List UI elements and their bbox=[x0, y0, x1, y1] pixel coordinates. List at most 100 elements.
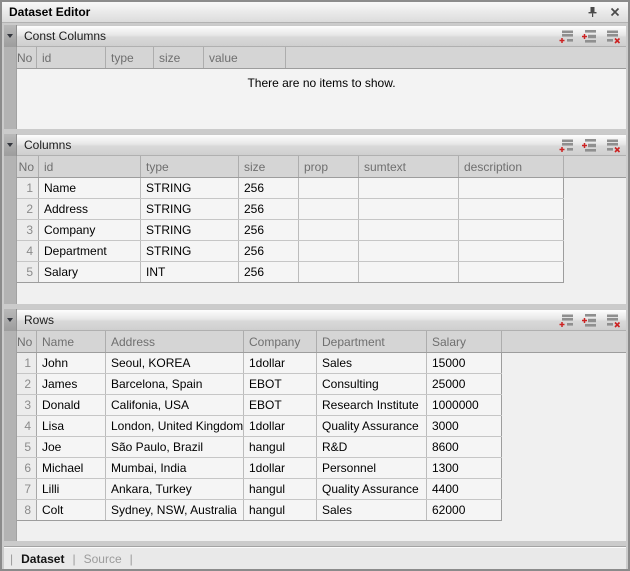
cell-salary[interactable]: 62000 bbox=[427, 500, 502, 520]
column-header-prop[interactable]: prop bbox=[299, 156, 359, 177]
cell-name[interactable]: Joe bbox=[37, 437, 106, 457]
cell-department[interactable]: Personnel bbox=[317, 458, 427, 478]
column-header-no[interactable]: No bbox=[17, 47, 37, 68]
cell-department[interactable]: Sales bbox=[317, 500, 427, 520]
column-header-company[interactable]: Company bbox=[244, 331, 317, 352]
cell-salary[interactable]: 3000 bbox=[427, 416, 502, 436]
cell-name[interactable]: Michael bbox=[37, 458, 106, 478]
cell-address[interactable]: Califonia, USA bbox=[106, 395, 244, 415]
column-header-name[interactable]: Name bbox=[37, 331, 106, 352]
cell-type[interactable]: STRING bbox=[141, 241, 239, 261]
cell-company[interactable]: hangul bbox=[244, 479, 317, 499]
cell-department[interactable]: Quality Assurance bbox=[317, 479, 427, 499]
cell-address[interactable]: Sydney, NSW, Australia bbox=[106, 500, 244, 520]
cell-address[interactable]: São Paulo, Brazil bbox=[106, 437, 244, 457]
table-row[interactable]: 7LilliAnkara, TurkeyhangulQuality Assura… bbox=[17, 479, 502, 500]
cell-address[interactable]: Mumbai, India bbox=[106, 458, 244, 478]
cell-id[interactable]: Company bbox=[39, 220, 141, 240]
column-header-size[interactable]: size bbox=[154, 47, 204, 68]
cell-salary[interactable]: 1000000 bbox=[427, 395, 502, 415]
add-row-icon[interactable] bbox=[558, 138, 575, 153]
delete-row-icon[interactable] bbox=[604, 313, 621, 328]
delete-row-icon[interactable] bbox=[604, 138, 621, 153]
column-header-department[interactable]: Department bbox=[317, 331, 427, 352]
cell-description[interactable] bbox=[459, 241, 564, 261]
table-row[interactable]: 6MichaelMumbai, India1dollarPersonnel130… bbox=[17, 458, 502, 479]
tab-source[interactable]: Source bbox=[84, 552, 122, 566]
insert-row-icon[interactable] bbox=[581, 29, 598, 44]
cell-company[interactable]: 1dollar bbox=[244, 458, 317, 478]
cell-company[interactable]: 1dollar bbox=[244, 353, 317, 373]
cell-size[interactable]: 256 bbox=[239, 262, 299, 282]
cell-type[interactable]: INT bbox=[141, 262, 239, 282]
column-header-salary[interactable]: Salary bbox=[427, 331, 502, 352]
cell-prop[interactable] bbox=[299, 262, 359, 282]
cell-salary[interactable]: 1300 bbox=[427, 458, 502, 478]
cell-name[interactable]: John bbox=[37, 353, 106, 373]
column-header-id[interactable]: id bbox=[37, 47, 106, 68]
table-row[interactable]: 5JoeSão Paulo, BrazilhangulR&D8600 bbox=[17, 437, 502, 458]
cell-company[interactable]: hangul bbox=[244, 500, 317, 520]
cell-id[interactable]: Name bbox=[39, 178, 141, 198]
cell-salary[interactable]: 15000 bbox=[427, 353, 502, 373]
cell-company[interactable]: hangul bbox=[244, 437, 317, 457]
cell-prop[interactable] bbox=[299, 241, 359, 261]
cell-company[interactable]: EBOT bbox=[244, 374, 317, 394]
cell-salary[interactable]: 25000 bbox=[427, 374, 502, 394]
cell-type[interactable]: STRING bbox=[141, 220, 239, 240]
cell-company[interactable]: EBOT bbox=[244, 395, 317, 415]
insert-row-icon[interactable] bbox=[581, 313, 598, 328]
table-row[interactable]: 5SalaryINT256 bbox=[17, 262, 564, 283]
pin-icon[interactable] bbox=[586, 6, 599, 19]
cell-size[interactable]: 256 bbox=[239, 241, 299, 261]
insert-row-icon[interactable] bbox=[581, 138, 598, 153]
collapse-toggle[interactable] bbox=[4, 309, 17, 331]
cell-id[interactable]: Department bbox=[39, 241, 141, 261]
cell-department[interactable]: Quality Assurance bbox=[317, 416, 427, 436]
column-header-size[interactable]: size bbox=[239, 156, 299, 177]
cell-address[interactable]: London, United Kingdom bbox=[106, 416, 244, 436]
cell-prop[interactable] bbox=[299, 220, 359, 240]
cell-description[interactable] bbox=[459, 178, 564, 198]
cell-prop[interactable] bbox=[299, 178, 359, 198]
cell-sumtext[interactable] bbox=[359, 178, 459, 198]
table-row[interactable]: 8ColtSydney, NSW, AustraliahangulSales62… bbox=[17, 500, 502, 521]
add-row-icon[interactable] bbox=[558, 29, 575, 44]
cell-id[interactable]: Address bbox=[39, 199, 141, 219]
cell-salary[interactable]: 4400 bbox=[427, 479, 502, 499]
cell-name[interactable]: James bbox=[37, 374, 106, 394]
cell-salary[interactable]: 8600 bbox=[427, 437, 502, 457]
column-header-address[interactable]: Address bbox=[106, 331, 244, 352]
tab-dataset[interactable]: Dataset bbox=[21, 552, 64, 566]
cell-address[interactable]: Barcelona, Spain bbox=[106, 374, 244, 394]
close-icon[interactable] bbox=[608, 6, 621, 19]
cell-type[interactable]: STRING bbox=[141, 199, 239, 219]
cell-id[interactable]: Salary bbox=[39, 262, 141, 282]
cell-description[interactable] bbox=[459, 199, 564, 219]
cell-description[interactable] bbox=[459, 262, 564, 282]
table-row[interactable]: 2AddressSTRING256 bbox=[17, 199, 564, 220]
delete-row-icon[interactable] bbox=[604, 29, 621, 44]
table-row[interactable]: 4DepartmentSTRING256 bbox=[17, 241, 564, 262]
cell-sumtext[interactable] bbox=[359, 241, 459, 261]
cell-department[interactable]: Research Institute bbox=[317, 395, 427, 415]
cell-department[interactable]: R&D bbox=[317, 437, 427, 457]
cell-sumtext[interactable] bbox=[359, 220, 459, 240]
column-header-value[interactable]: value bbox=[204, 47, 286, 68]
table-row[interactable]: 3CompanySTRING256 bbox=[17, 220, 564, 241]
column-header-no[interactable]: No bbox=[17, 331, 37, 352]
column-header-id[interactable]: id bbox=[39, 156, 141, 177]
cell-size[interactable]: 256 bbox=[239, 178, 299, 198]
cell-address[interactable]: Seoul, KOREA bbox=[106, 353, 244, 373]
cell-name[interactable]: Lilli bbox=[37, 479, 106, 499]
cell-sumtext[interactable] bbox=[359, 199, 459, 219]
cell-name[interactable]: Donald bbox=[37, 395, 106, 415]
table-row[interactable]: 1NameSTRING256 bbox=[17, 178, 564, 199]
table-row[interactable]: 2JamesBarcelona, SpainEBOTConsulting2500… bbox=[17, 374, 502, 395]
table-row[interactable]: 3DonaldCalifonia, USAEBOTResearch Instit… bbox=[17, 395, 502, 416]
cell-company[interactable]: 1dollar bbox=[244, 416, 317, 436]
column-header-type[interactable]: type bbox=[106, 47, 154, 68]
cell-department[interactable]: Consulting bbox=[317, 374, 427, 394]
cell-size[interactable]: 256 bbox=[239, 220, 299, 240]
cell-size[interactable]: 256 bbox=[239, 199, 299, 219]
